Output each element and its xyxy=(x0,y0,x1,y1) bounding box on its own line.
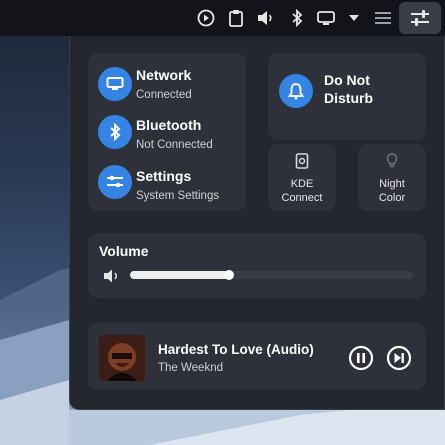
clipboard-icon[interactable] xyxy=(226,8,246,28)
media-artist: The Weeknd xyxy=(158,362,223,374)
volume-title: Volume xyxy=(99,243,149,259)
do-not-disturb-toggle[interactable]: Do Not Disturb xyxy=(268,53,426,140)
media-player-card: Hardest To Love (Audio) The Weeknd xyxy=(88,323,426,390)
display-icon[interactable] xyxy=(316,8,336,28)
quick-settings-icon xyxy=(411,10,429,26)
bluetooth-title: Bluetooth xyxy=(136,117,202,133)
settings-icon xyxy=(98,165,132,199)
bluetooth-toggle[interactable]: Bluetooth Not Connected xyxy=(88,103,246,153)
chevron-down-icon[interactable] xyxy=(344,8,364,28)
bluetooth-icon xyxy=(98,115,132,149)
volume-slider-fill xyxy=(130,271,229,279)
album-art xyxy=(99,335,145,381)
volume-slider[interactable] xyxy=(130,270,413,280)
next-track-icon[interactable] xyxy=(386,345,412,371)
connectivity-card: Network Connected Bluetooth Not Connecte… xyxy=(88,53,246,211)
network-toggle[interactable]: Network Connected xyxy=(88,53,246,103)
media-title: Hardest To Love (Audio) xyxy=(158,342,314,357)
settings-status: System Settings xyxy=(136,190,220,202)
dnd-title-line2: Disturb xyxy=(324,90,373,106)
volume-icon[interactable] xyxy=(256,8,276,28)
night-color-toggle[interactable]: Night Color xyxy=(358,144,426,211)
kde-connect-toggle[interactable]: KDE Connect xyxy=(268,144,336,211)
dnd-title-line1: Do Not xyxy=(324,72,370,88)
network-icon xyxy=(98,67,132,101)
night-label-line1: Night xyxy=(379,178,405,190)
speaker-icon[interactable] xyxy=(103,268,121,284)
night-label-line2: Color xyxy=(378,192,406,204)
bluetooth-status: Not Connected xyxy=(136,139,213,151)
network-title: Network xyxy=(136,67,192,83)
menu-icon[interactable] xyxy=(373,8,393,28)
settings-title: Settings xyxy=(136,168,192,184)
lightbulb-icon xyxy=(386,153,398,168)
bluetooth-icon[interactable] xyxy=(287,8,307,28)
kde-label-line1: KDE xyxy=(290,178,314,190)
network-status: Connected xyxy=(136,89,192,101)
kde-label-line2: Connect xyxy=(281,192,323,204)
quick-settings-panel: Network Connected Bluetooth Not Connecte… xyxy=(69,36,445,410)
phone-icon xyxy=(295,153,309,169)
record-icon[interactable] xyxy=(196,8,216,28)
settings-button[interactable]: Settings System Settings xyxy=(88,153,246,208)
bell-icon xyxy=(279,74,313,108)
pause-icon[interactable] xyxy=(348,345,374,371)
quick-settings-button[interactable] xyxy=(399,2,441,34)
top-panel xyxy=(0,0,445,36)
volume-card: Volume xyxy=(88,233,426,298)
volume-slider-handle[interactable] xyxy=(224,270,234,280)
